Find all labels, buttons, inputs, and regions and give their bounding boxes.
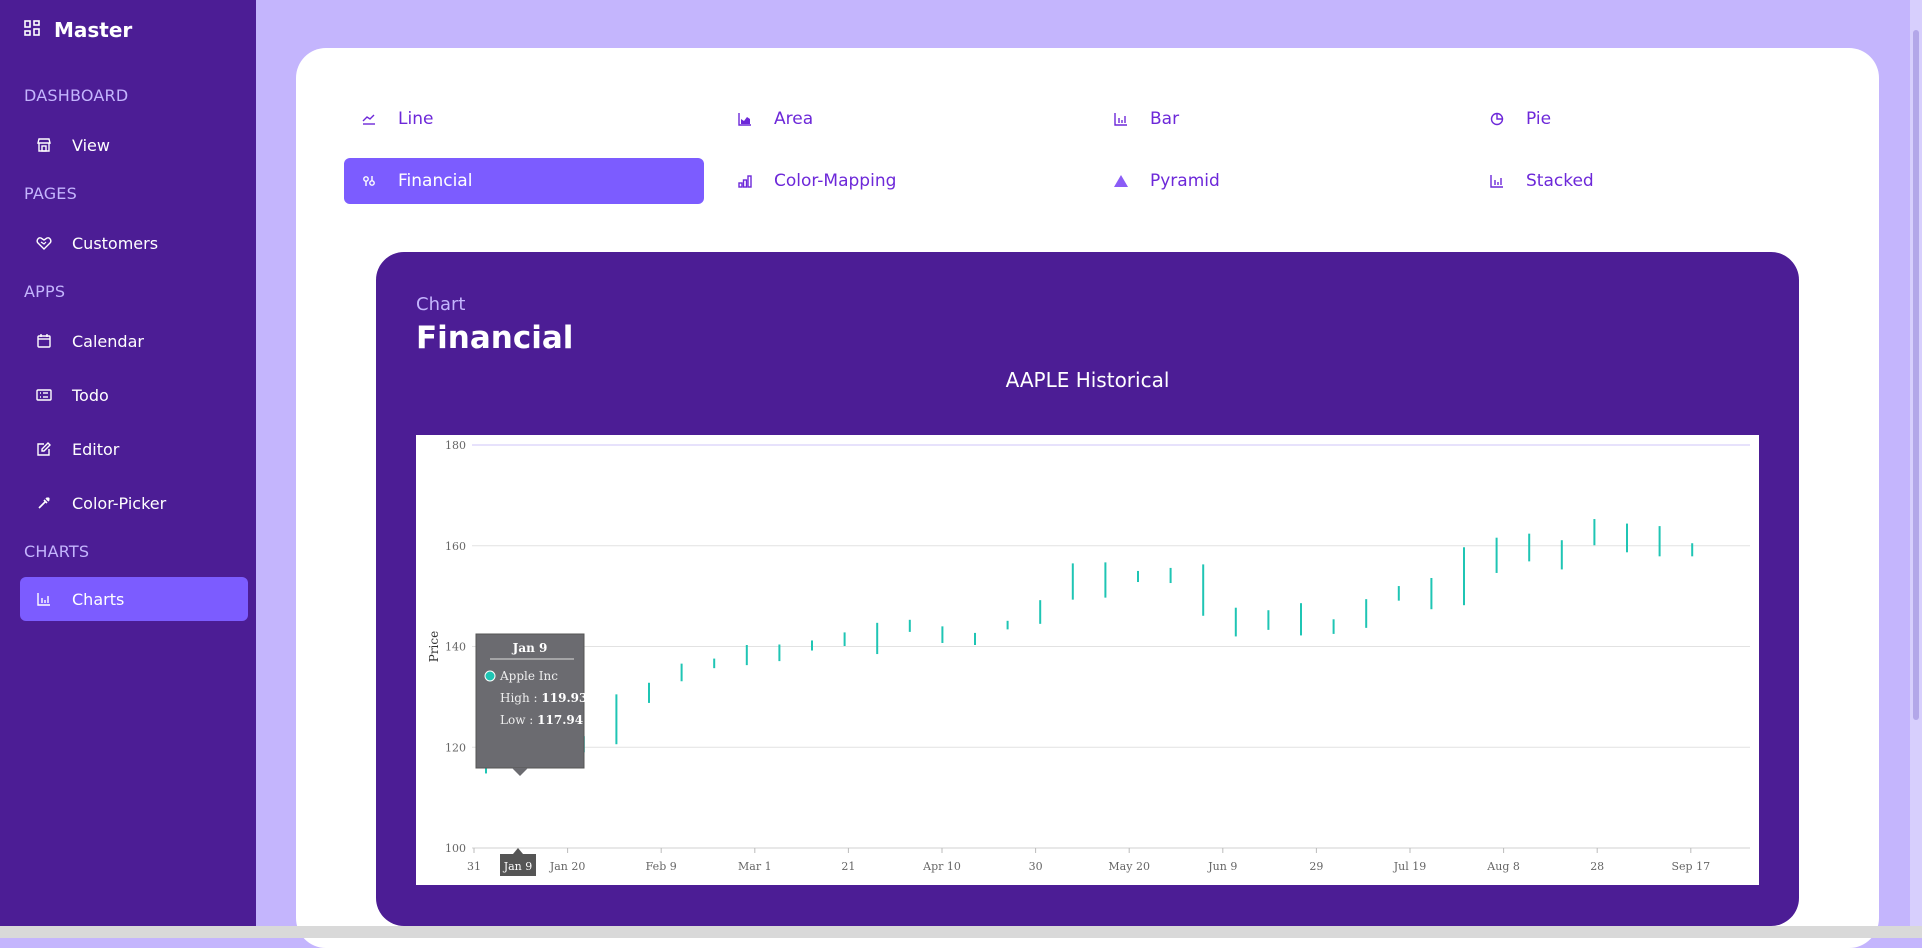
edit-icon <box>34 439 54 459</box>
brand-name: Master <box>54 18 133 42</box>
crosshair-pointer <box>513 848 523 854</box>
scrollbar-thumb[interactable] <box>1913 30 1919 720</box>
tooltip-low-value: 117.94 <box>537 713 583 727</box>
tab-stacked[interactable]: Stacked <box>1472 158 1832 204</box>
tab-label: Color-Mapping <box>774 171 897 191</box>
x-tick-label: 30 <box>1029 860 1043 873</box>
tab-label: Pie <box>1526 109 1552 129</box>
y-tick-label: 120 <box>445 741 466 754</box>
x-tick-label: 31 <box>467 860 481 873</box>
bar-chart-icon <box>1112 110 1130 128</box>
tooltip-pointer <box>512 768 528 776</box>
tab-pyramid[interactable]: Pyramid <box>1096 158 1456 204</box>
sidebar-item-calendar[interactable]: Calendar <box>20 319 248 363</box>
crosshair-label: Jan 9 <box>503 860 533 873</box>
tab-bar[interactable]: Bar <box>1096 96 1456 142</box>
tab-label: Stacked <box>1526 171 1594 191</box>
x-tick-label: Feb 9 <box>646 860 677 873</box>
x-tick-label: Aug 8 <box>1486 860 1520 873</box>
sidebar-item-todo[interactable]: Todo <box>20 373 248 417</box>
stacked-icon <box>1488 172 1506 190</box>
handshake-icon <box>34 233 54 253</box>
calendar-icon <box>34 331 54 351</box>
section-apps: APPS <box>24 282 66 301</box>
tab-color-mapping[interactable]: Color-Mapping <box>720 158 1080 204</box>
sidebar-item-customers[interactable]: Customers <box>20 221 248 265</box>
tooltip-low-label: Low : <box>500 713 537 727</box>
chart-title: Financial <box>416 320 574 356</box>
section-charts: CHARTS <box>24 542 90 561</box>
x-tick-label: Jul 19 <box>1393 860 1427 873</box>
x-tick-label: May 20 <box>1108 860 1150 873</box>
sidebar-item-label: Calendar <box>72 331 144 351</box>
x-tick-label: Sep 17 <box>1672 860 1711 873</box>
bar-chart-icon <box>34 589 54 609</box>
financial-icon <box>360 172 378 190</box>
tab-line[interactable]: Line <box>344 96 704 142</box>
sidebar-item-label: Editor <box>72 439 120 459</box>
financial-chart[interactable]: 100 120 140 160 180 Price 31 Jan 20 Feb 9 Mar 1 21… <box>416 435 1759 885</box>
tooltip-low: Low : 117.94 <box>500 713 583 727</box>
tab-area[interactable]: Area <box>720 96 1080 142</box>
chart-card: Chart Financial AAPLE Historical 100 120 1… <box>376 252 1799 926</box>
plot-area[interactable]: 100 120 140 160 180 Price 31 Jan 20 Feb 9 Mar 1 21… <box>416 435 1759 885</box>
sidebar-item-charts[interactable]: Charts <box>20 577 248 621</box>
y-tick-label: 160 <box>445 540 466 553</box>
color-mapping-icon <box>736 172 754 190</box>
x-tick-label: Apr 10 <box>922 860 961 873</box>
pie-chart-icon <box>1488 110 1506 128</box>
tooltip-series: Apple Inc <box>499 669 558 683</box>
x-tick-label: 21 <box>841 860 855 873</box>
y-axis-label: Price <box>427 631 441 662</box>
chart-caption: AAPLE Historical <box>1005 368 1170 392</box>
sidebar: Master DASHBOARD View PAGES Customers AP… <box>0 0 256 938</box>
shop-icon <box>34 135 54 155</box>
y-tick-label: 140 <box>445 641 466 654</box>
tab-label: Financial <box>398 171 473 191</box>
x-tick-label: Mar 1 <box>738 860 772 873</box>
x-tick-label: Jan 20 <box>549 860 586 873</box>
pyramid-icon <box>1112 172 1130 190</box>
section-pages: PAGES <box>24 184 77 203</box>
x-tick-label: Jun 9 <box>1207 860 1237 873</box>
tooltip: Jan 9 Apple Inc High : 119.93 Low : 117.94 J… <box>475 633 587 876</box>
tab-label: Bar <box>1150 109 1180 129</box>
tab-pie[interactable]: Pie <box>1472 96 1832 142</box>
vertical-scrollbar[interactable] <box>1910 0 1922 926</box>
tooltip-high-label: High : <box>500 691 541 705</box>
area-chart-icon <box>736 110 754 128</box>
horizontal-scrollbar[interactable] <box>0 926 1922 938</box>
chart-subtitle: Chart <box>416 294 466 315</box>
sidebar-item-label: Charts <box>72 589 125 609</box>
todo-icon <box>34 385 54 405</box>
sidebar-item-label: Todo <box>72 385 109 405</box>
eyedropper-icon <box>34 493 54 513</box>
sidebar-item-label: Color-Picker <box>72 493 167 513</box>
x-tick-label: 29 <box>1309 860 1323 873</box>
tab-label: Area <box>774 109 814 129</box>
y-tick-label: 100 <box>445 842 466 855</box>
sidebar-item-label: Customers <box>72 233 159 253</box>
line-chart-icon <box>360 110 378 128</box>
tab-label: Line <box>398 109 434 129</box>
sidebar-item-label: View <box>72 135 110 155</box>
sidebar-item-view[interactable]: View <box>20 123 248 167</box>
tooltip-high: High : 119.93 <box>500 691 587 705</box>
section-dashboard: DASHBOARD <box>24 86 129 105</box>
tooltip-date: Jan 9 <box>512 641 548 655</box>
brand[interactable]: Master <box>24 16 132 44</box>
sidebar-item-editor[interactable]: Editor <box>20 427 248 471</box>
grid-icon <box>24 20 40 40</box>
y-tick-label: 180 <box>445 439 466 452</box>
x-tick-label: 28 <box>1590 860 1604 873</box>
series-marker-icon <box>484 670 496 682</box>
tooltip-high-value: 119.93 <box>541 691 587 705</box>
tab-financial[interactable]: Financial <box>344 158 704 204</box>
tab-label: Pyramid <box>1150 171 1220 191</box>
sidebar-item-color-picker[interactable]: Color-Picker <box>20 481 248 525</box>
